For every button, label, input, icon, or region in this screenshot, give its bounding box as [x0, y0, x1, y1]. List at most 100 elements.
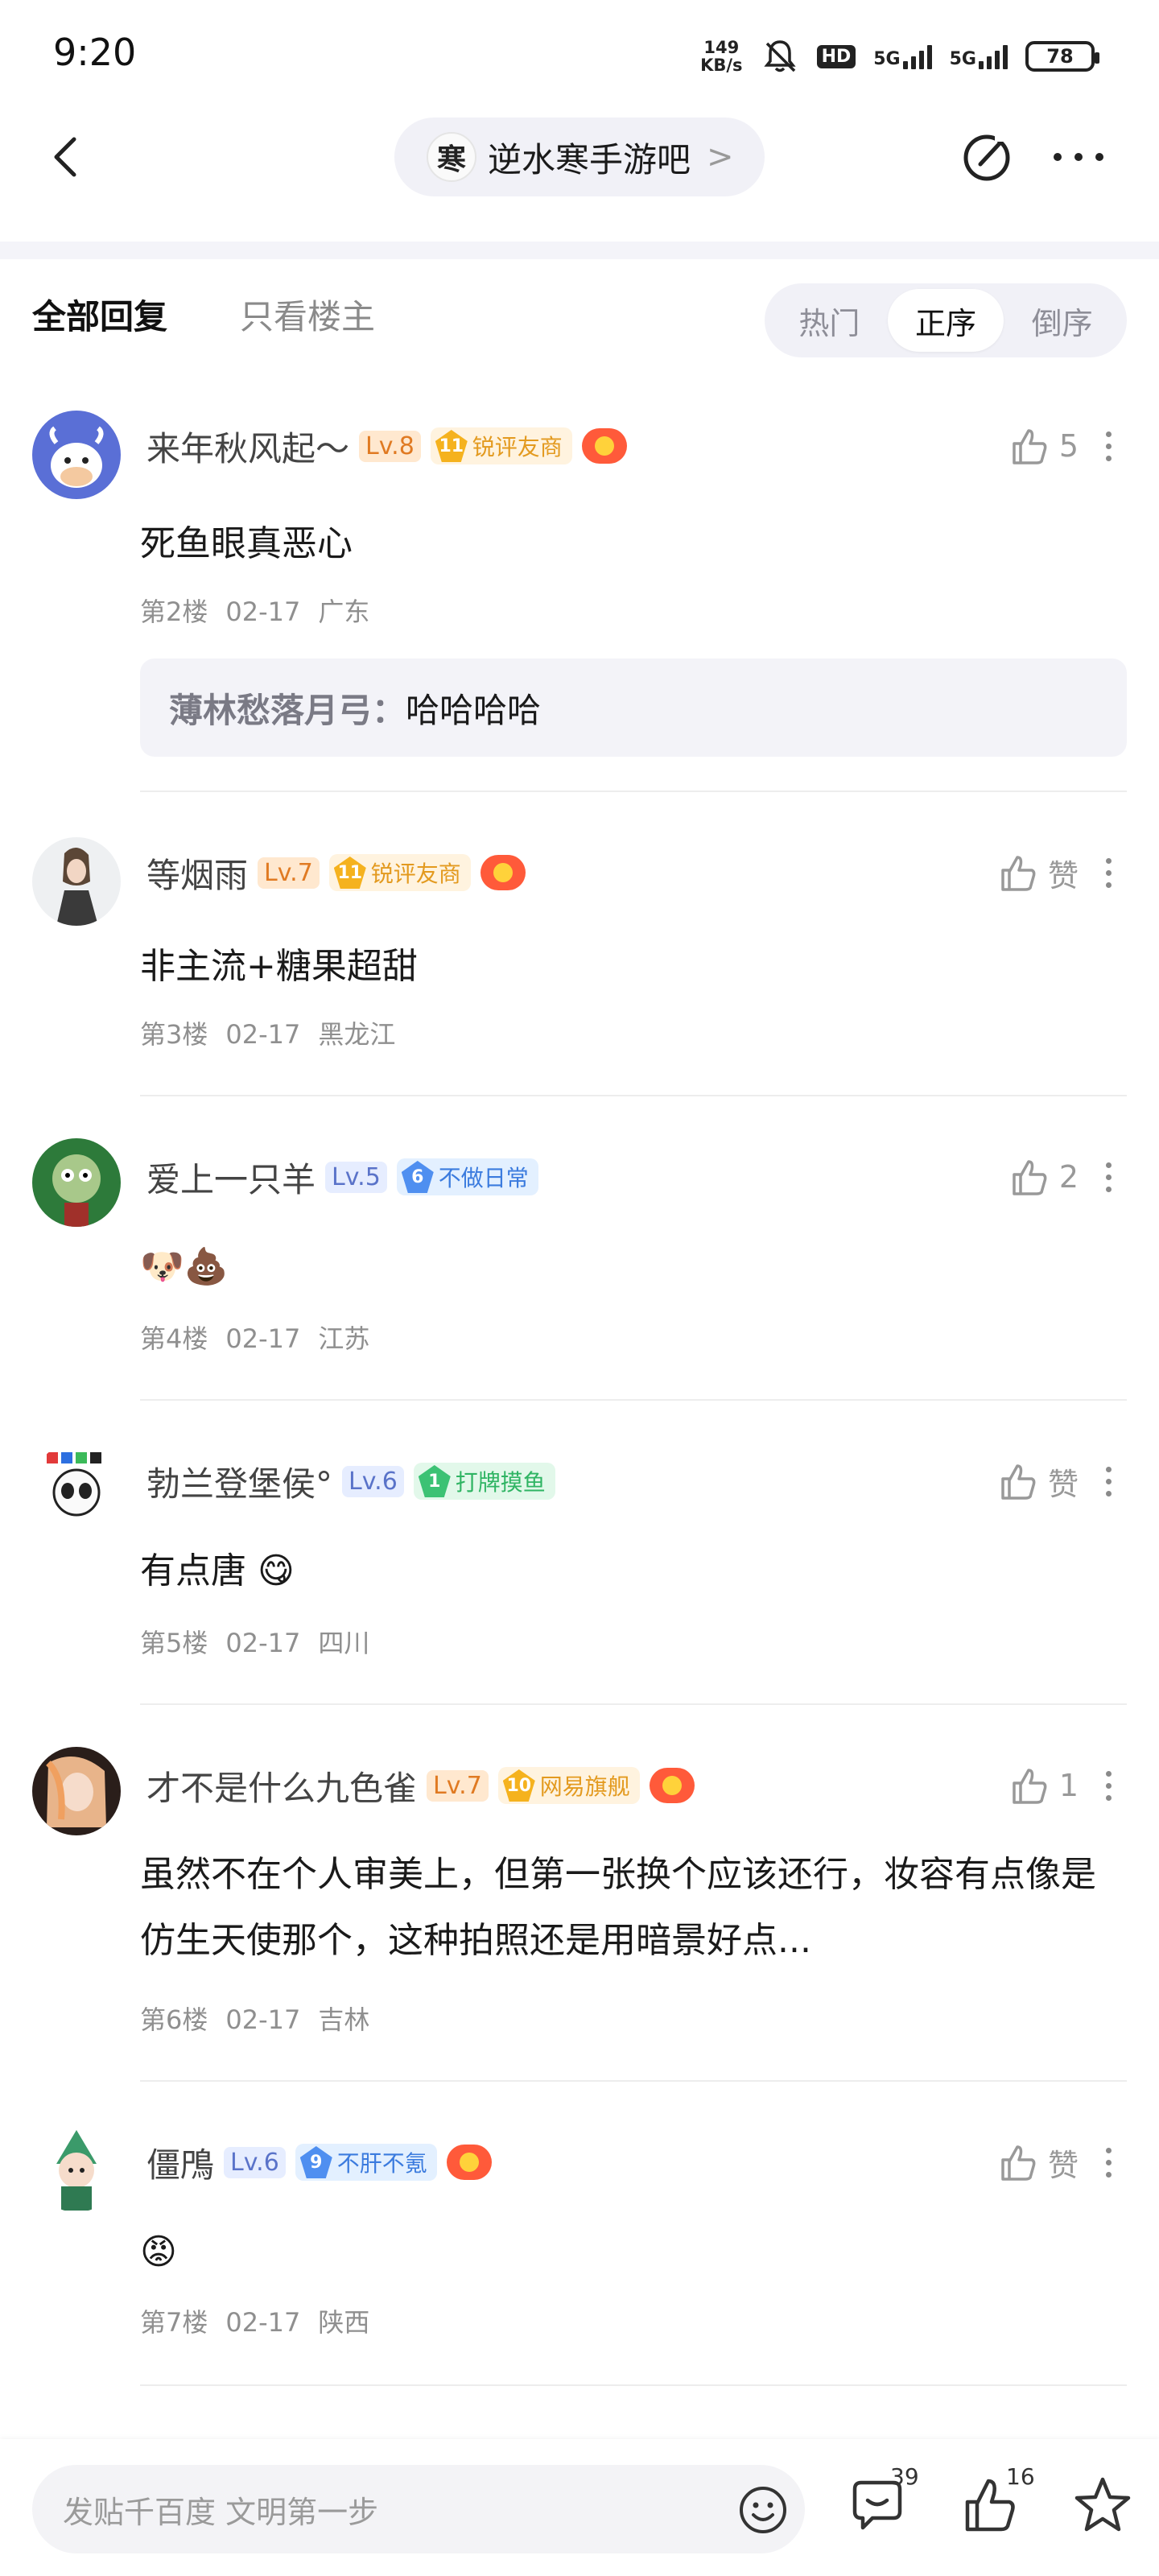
sort-ascending[interactable]: 正序: [887, 289, 1004, 352]
more-options-icon[interactable]: [1088, 1457, 1128, 1505]
comment-count: 39: [890, 2463, 919, 2490]
comment-text: 非主流+糖果超甜: [140, 946, 418, 987]
hd-icon: HD: [816, 44, 856, 68]
sub-reply[interactable]: 薄林愁落月弓 ： 哈哈哈哈: [140, 658, 1127, 757]
status-bar: 9:20 149 KB/s HD 5G 5G 78: [0, 0, 1159, 105]
thumbs-up-icon: [1013, 429, 1047, 464]
edit-share-icon[interactable]: [958, 127, 1016, 185]
username[interactable]: 僵鳲: [146, 2138, 214, 2187]
thumbs-up-icon: [1001, 1464, 1036, 1500]
divider: [140, 2384, 1127, 2386]
reply-input-placeholder: 发贴千百度 文明第一步: [63, 2494, 379, 2530]
divider: [140, 1399, 1127, 1401]
user-info: 爱上一只羊 Lv.5 6 不做日常: [146, 1153, 538, 1201]
forum-link[interactable]: 寒 逆水寒手游吧 >: [394, 118, 765, 196]
fan-badge: 11 锐评友商: [328, 854, 471, 891]
divider: [140, 1703, 1127, 1705]
forum-name: 逆水寒手游吧: [488, 139, 691, 180]
forum-avatar: 寒: [427, 132, 476, 182]
sort-toggle: 热门 正序 倒序: [765, 283, 1127, 357]
avatar[interactable]: [32, 411, 121, 499]
bottom-action-bar: 发贴千百度 文明第一步 39 16: [0, 2439, 1159, 2576]
username[interactable]: 爱上一只羊: [146, 1153, 316, 1202]
username[interactable]: 来年秋风起～: [146, 422, 349, 471]
like-button[interactable]: 赞: [996, 2138, 1079, 2186]
battery-icon: 78: [1025, 41, 1099, 72]
network-speed: 149 KB/s: [700, 38, 743, 75]
thumbs-up-icon: [1013, 1160, 1047, 1195]
thumbs-up-icon: [1001, 2145, 1036, 2181]
username[interactable]: 才不是什么九色雀: [146, 1761, 417, 1810]
comment-text: 死鱼眼真恶心: [140, 523, 353, 564]
fan-badge: 11 锐评友商: [430, 427, 572, 464]
thumbs-up-icon: [1013, 1769, 1047, 1804]
more-options-icon[interactable]: [1088, 1153, 1128, 1201]
comment-text: 有点唐 😋: [140, 1550, 295, 1591]
user-info: 僵鳲 Lv.6 9 不肝不氪: [146, 2138, 492, 2186]
like-button[interactable]: 赞: [996, 848, 1079, 897]
fan-badge: 10 网易旗舰: [497, 1767, 640, 1804]
comment-meta: 第3楼 02-17 黑龙江: [140, 1019, 396, 1050]
username[interactable]: 等烟雨: [146, 848, 248, 898]
user-info: 来年秋风起～ Lv.8 11 锐评友商: [146, 422, 627, 470]
level-badge: Lv.5: [325, 1161, 387, 1193]
like-button[interactable]: 2: [1008, 1153, 1079, 1201]
reply-tabs: 全部回复 只看楼主 热门 正序 倒序: [0, 259, 1159, 364]
like-button[interactable]: 赞: [996, 1457, 1079, 1505]
signal-icon-1: 5G: [873, 43, 932, 69]
emoji-icon[interactable]: [737, 2484, 789, 2536]
tab-all-replies[interactable]: 全部回复: [32, 290, 167, 339]
back-icon[interactable]: [42, 131, 90, 183]
section-divider: [0, 242, 1159, 259]
divider: [140, 2080, 1127, 2082]
more-options-icon[interactable]: [1088, 422, 1128, 470]
level-badge: Lv.7: [427, 1769, 489, 1802]
reply-input[interactable]: 发贴千百度 文明第一步: [32, 2465, 805, 2553]
fan-badge: 9 不肝不氪: [295, 2144, 437, 2181]
comment-meta: 第5楼 02-17 四川: [140, 1628, 370, 1658]
thumbs-up-icon: [1001, 856, 1036, 891]
sort-hot[interactable]: 热门: [771, 289, 888, 352]
more-options-icon[interactable]: [1088, 2138, 1128, 2186]
reply-username[interactable]: 薄林愁落月弓: [169, 683, 372, 733]
comment-meta: 第2楼 02-17 广东: [140, 597, 370, 627]
divider: [140, 1095, 1127, 1096]
level-badge: Lv.6: [342, 1465, 404, 1497]
level-badge: Lv.8: [359, 430, 421, 462]
level-badge: Lv.6: [224, 2146, 286, 2178]
comment-text: 🐶💩: [140, 1246, 229, 1287]
user-info: 才不是什么九色雀 Lv.7 10 网易旗舰: [146, 1761, 695, 1810]
signal-icon-2: 5G: [950, 43, 1008, 69]
star-icon[interactable]: [1070, 2473, 1135, 2537]
more-options-icon[interactable]: [1088, 1761, 1128, 1810]
comment-meta: 第7楼 02-17 陕西: [140, 2307, 370, 2338]
user-info: 勃兰登堡侯° Lv.6 1 打牌摸鱼: [146, 1457, 555, 1505]
comment-meta: 第4楼 02-17 江苏: [140, 1323, 370, 1354]
sort-descending[interactable]: 倒序: [1004, 289, 1120, 352]
avatar[interactable]: [32, 2124, 121, 2212]
like-button[interactable]: 5: [1008, 422, 1079, 470]
username[interactable]: 勃兰登堡侯°: [146, 1457, 332, 1506]
comment-text: 虽然不在个人审美上，但第一张换个应该还行，妆容有点像是仿生天使那个，这种拍照还是…: [140, 1854, 1096, 1961]
avatar[interactable]: [32, 1443, 121, 1531]
more-icon[interactable]: [1046, 141, 1111, 173]
comment-text: 😡: [140, 2231, 177, 2273]
avatar[interactable]: [32, 1747, 121, 1835]
gamepad-icon: [649, 1768, 695, 1803]
like-count: 16: [1006, 2463, 1035, 2490]
avatar[interactable]: [32, 837, 121, 926]
fan-badge: 6 不做日常: [396, 1158, 538, 1195]
comment-meta: 第6楼 02-17 吉林: [140, 2004, 370, 2035]
tab-owner-only[interactable]: 只看楼主: [240, 290, 375, 339]
avatar[interactable]: [32, 1138, 121, 1227]
more-options-icon[interactable]: [1088, 848, 1128, 897]
bell-muted-icon: [763, 40, 796, 72]
fan-badge: 1 打牌摸鱼: [413, 1463, 555, 1500]
level-badge: Lv.7: [258, 857, 320, 889]
gamepad-icon: [480, 855, 526, 890]
chevron-right-icon: >: [707, 138, 734, 175]
user-info: 等烟雨 Lv.7 11 锐评友商: [146, 848, 526, 897]
status-icons: 149 KB/s HD 5G 5G 78: [700, 32, 1099, 80]
like-button[interactable]: 1: [1008, 1761, 1079, 1810]
reply-text: 哈哈哈哈: [406, 690, 542, 730]
